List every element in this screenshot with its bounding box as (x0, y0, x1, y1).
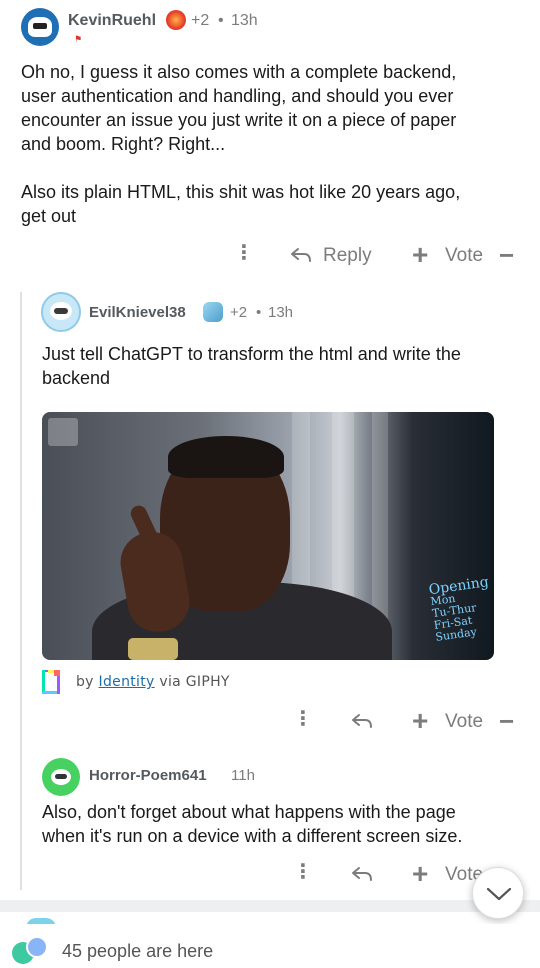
comment-line: and boom. Right? Right... (21, 134, 226, 154)
giphy-user-link[interactable]: Identity (99, 674, 155, 690)
comment-body: Just tell ChatGPT to transform the html … (42, 342, 532, 390)
flair-icon (203, 302, 223, 322)
comment-score: +2 (230, 304, 248, 321)
comment-line: user authentication and handling, and sh… (21, 86, 454, 106)
minus-downvote-icon[interactable]: − (499, 242, 514, 268)
comment-score: +2 (191, 12, 210, 29)
comment-line: Just tell ChatGPT to transform the html … (42, 344, 461, 364)
comment-line: encounter an issue you just write it on … (21, 110, 457, 130)
flair-mini-icon: ⚑ (74, 34, 83, 44)
section-divider (0, 900, 540, 912)
avatar[interactable] (21, 8, 59, 46)
vote-label: Vote (445, 245, 484, 266)
plus-upvote-icon[interactable]: + (412, 707, 428, 735)
comment-time: 13h (231, 12, 258, 29)
comment-line: Also, don't forget about what happens wi… (42, 802, 456, 822)
comment-line: Oh no, I guess it also comes with a comp… (21, 62, 457, 82)
reply-arrow-icon[interactable] (351, 865, 373, 889)
more-options-icon[interactable]: ⋮ (234, 243, 254, 263)
comment-body: Also, don't forget about what happens wi… (42, 800, 537, 848)
comment-line: Also its plain HTML, this shit was hot l… (21, 182, 461, 202)
reply-arrow-icon[interactable] (351, 712, 373, 736)
comment-line: backend (42, 368, 111, 388)
avatar[interactable] (42, 758, 80, 796)
comment-username[interactable]: KevinRuehl (68, 12, 156, 30)
more-options-icon[interactable]: ⋮ (293, 709, 313, 729)
gif-badge-icon (48, 418, 78, 446)
giphy-logo-icon (42, 670, 60, 694)
comment-line: get out (21, 206, 77, 226)
minus-downvote-icon[interactable]: − (499, 708, 514, 734)
attribution-by: by (76, 674, 94, 690)
reply-button[interactable]: Reply (323, 245, 372, 267)
gif-window-sign: Opening Mon Tu-Thur Fri-Sat Sunday (428, 574, 494, 644)
comment-username[interactable]: EvilKnievel38 (89, 304, 186, 321)
plus-upvote-icon[interactable]: + (412, 241, 428, 269)
gif-figure-hair (168, 436, 284, 478)
comment-time: 13h (268, 304, 294, 321)
attribution-via: via GIPHY (159, 674, 230, 690)
comment-actions: ⋮ Reply + Vote − (0, 238, 540, 274)
comment-username[interactable]: Horror-Poem641 (89, 767, 207, 784)
presence-text: 45 people are here (62, 941, 214, 961)
thread-line[interactable] (20, 292, 22, 890)
meta-separator: • (218, 12, 224, 29)
comment-body: Oh no, I guess it also comes with a comp… (21, 60, 531, 228)
comment-time: 11h (231, 767, 255, 784)
comment-actions: ⋮ + Vote − (0, 704, 540, 740)
scroll-down-button[interactable] (472, 867, 524, 919)
reply-arrow-icon[interactable] (290, 246, 312, 270)
comment-line-blank (21, 156, 531, 180)
vote-label: Vote (445, 711, 484, 732)
meta-separator: • (256, 304, 262, 321)
gif-figure-watch (128, 638, 178, 660)
giphy-attribution-text: by Identity via GIPHY (76, 674, 230, 690)
more-options-icon[interactable]: ⋮ (293, 862, 313, 882)
gif-attribution: by Identity via GIPHY (42, 670, 302, 694)
presence-bar[interactable]: 45 people are here (0, 924, 540, 968)
gif-image[interactable]: Opening Mon Tu-Thur Fri-Sat Sunday (42, 412, 494, 660)
comment-actions: ⋮ + Vote (0, 857, 540, 893)
avatar[interactable] (41, 292, 81, 332)
comment-line: when it's run on a device with a differe… (42, 826, 463, 846)
chevron-down-icon (486, 887, 512, 901)
flair-icon (166, 10, 186, 30)
plus-upvote-icon[interactable]: + (412, 860, 428, 888)
presence-avatar (26, 936, 48, 958)
